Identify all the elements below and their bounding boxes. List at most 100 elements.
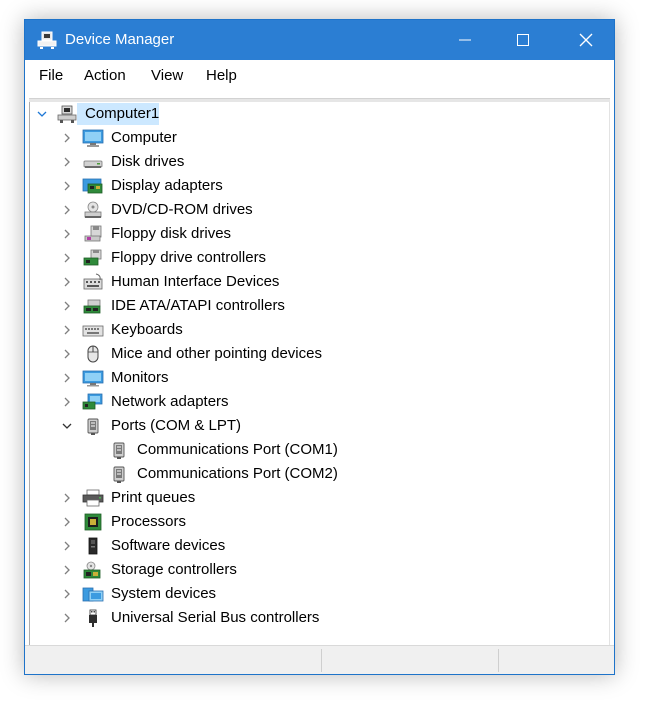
maximize-button[interactable] [492, 20, 554, 60]
tree-node[interactable]: Mice and other pointing devices [30, 343, 609, 365]
device-tree[interactable]: Computer1 Computer Disk drives Display adap… [29, 102, 610, 647]
chevron-right-icon[interactable] [61, 156, 73, 168]
title-bar[interactable]: Device Manager [25, 20, 614, 60]
tree-node[interactable]: Keyboards [30, 319, 609, 341]
tree-node-label: DVD/CD-ROM drives [111, 201, 253, 218]
tree-node-label: Disk drives [111, 153, 185, 170]
status-bar-divider [498, 649, 499, 672]
chevron-down-icon[interactable] [61, 420, 73, 432]
storage-controller-icon [83, 561, 101, 579]
tree-node[interactable]: Processors [30, 511, 609, 533]
minimize-icon [459, 39, 471, 41]
window-title: Device Manager [65, 31, 175, 48]
tree-node-label: System devices [111, 585, 217, 602]
chevron-right-icon[interactable] [61, 228, 73, 240]
chevron-right-icon[interactable] [61, 372, 73, 384]
tree-child-node[interactable]: Communications Port (COM1) [30, 439, 609, 461]
monitor-icon [82, 370, 104, 387]
chevron-right-icon[interactable] [61, 588, 73, 600]
chevron-right-icon[interactable] [61, 516, 73, 528]
menu-file[interactable]: File [39, 67, 63, 84]
chevron-right-icon[interactable] [61, 540, 73, 552]
tree-child-node[interactable]: Communications Port (COM2) [30, 463, 609, 485]
tree-node[interactable]: System devices [30, 583, 609, 605]
tree-node-label: Floppy drive controllers [111, 249, 267, 266]
chevron-right-icon[interactable] [61, 300, 73, 312]
menu-bar: File Action View Help [25, 60, 614, 92]
chevron-right-icon[interactable] [61, 324, 73, 336]
dvd-drive-icon [84, 201, 102, 218]
tree-node-label: Mice and other pointing devices [111, 345, 322, 362]
menu-action[interactable]: Action [84, 67, 126, 84]
tree-node[interactable]: Ports (COM & LPT) [30, 415, 609, 437]
ide-controller-icon [83, 299, 101, 314]
chevron-right-icon[interactable] [61, 348, 73, 360]
chevron-right-icon[interactable] [61, 180, 73, 192]
tree-node-label: IDE ATA/ATAPI controllers [111, 297, 285, 314]
tree-root-node[interactable]: Computer1 [30, 103, 609, 125]
keyboard-icon [82, 325, 104, 337]
chevron-right-icon[interactable] [61, 252, 73, 264]
tree-node[interactable]: Computer [30, 127, 609, 149]
tree-node-label: Floppy disk drives [111, 225, 232, 242]
close-button[interactable] [555, 20, 614, 60]
tree-node[interactable]: Universal Serial Bus controllers [30, 607, 609, 629]
computer-root-icon [57, 105, 77, 123]
tree-node-label: Processors [111, 513, 187, 530]
menu-help[interactable]: Help [206, 67, 237, 84]
close-icon [579, 33, 593, 47]
tree-node-label: Print queues [111, 489, 196, 506]
device-manager-icon [37, 31, 57, 49]
tree-node-label: Software devices [111, 537, 226, 554]
tree-node-label: Ports (COM & LPT) [111, 417, 242, 434]
floppy-disk-icon [84, 225, 102, 242]
tree-node[interactable]: Monitors [30, 367, 609, 389]
tree-node-label: Computer [111, 129, 177, 146]
tree-node[interactable]: Software devices [30, 535, 609, 557]
tree-node-label: Communications Port (COM1) [137, 441, 338, 458]
tree-node[interactable]: IDE ATA/ATAPI controllers [30, 295, 609, 317]
tree-node[interactable]: Floppy drive controllers [30, 247, 609, 269]
tree-node[interactable]: Storage controllers [30, 559, 609, 581]
chevron-right-icon[interactable] [61, 492, 73, 504]
port-icon [113, 442, 125, 459]
port-icon [87, 418, 99, 435]
hid-icon [83, 273, 103, 290]
chevron-right-icon[interactable] [61, 564, 73, 576]
computer-icon [82, 129, 104, 147]
tree-node-label: Universal Serial Bus controllers [111, 609, 320, 626]
chevron-right-icon[interactable] [61, 276, 73, 288]
tree-node-label: Communications Port (COM2) [137, 465, 338, 482]
tree-node[interactable]: Disk drives [30, 151, 609, 173]
tree-node[interactable]: DVD/CD-ROM drives [30, 199, 609, 221]
tree-node[interactable]: Floppy disk drives [30, 223, 609, 245]
tree-node-label: Network adapters [111, 393, 229, 410]
tree-node[interactable]: Human Interface Devices [30, 271, 609, 293]
chevron-right-icon[interactable] [61, 396, 73, 408]
usb-icon [89, 609, 97, 627]
tree-node-label: Monitors [111, 369, 169, 386]
minimize-button[interactable] [434, 20, 496, 60]
tree-node-label: Display adapters [111, 177, 223, 194]
printer-icon [82, 489, 104, 507]
chevron-right-icon[interactable] [61, 612, 73, 624]
processor-icon [84, 513, 102, 531]
network-adapter-icon [82, 393, 103, 410]
chevron-down-icon[interactable] [36, 108, 48, 120]
disk-drive-icon [83, 160, 103, 168]
menu-view[interactable]: View [151, 67, 183, 84]
tree-node[interactable]: Network adapters [30, 391, 609, 413]
port-icon [113, 466, 125, 483]
tree-node[interactable]: Display adapters [30, 175, 609, 197]
floppy-controller-icon [83, 249, 102, 266]
status-bar [25, 645, 614, 674]
chevron-right-icon[interactable] [61, 204, 73, 216]
tree-node-label: Keyboards [111, 321, 183, 338]
system-device-icon [82, 587, 104, 602]
maximize-icon [517, 34, 529, 46]
mouse-icon [87, 345, 99, 363]
chevron-right-icon[interactable] [61, 132, 73, 144]
tree-node[interactable]: Print queues [30, 487, 609, 509]
software-device-icon [88, 537, 98, 555]
tree-node-label: Storage controllers [111, 561, 237, 578]
